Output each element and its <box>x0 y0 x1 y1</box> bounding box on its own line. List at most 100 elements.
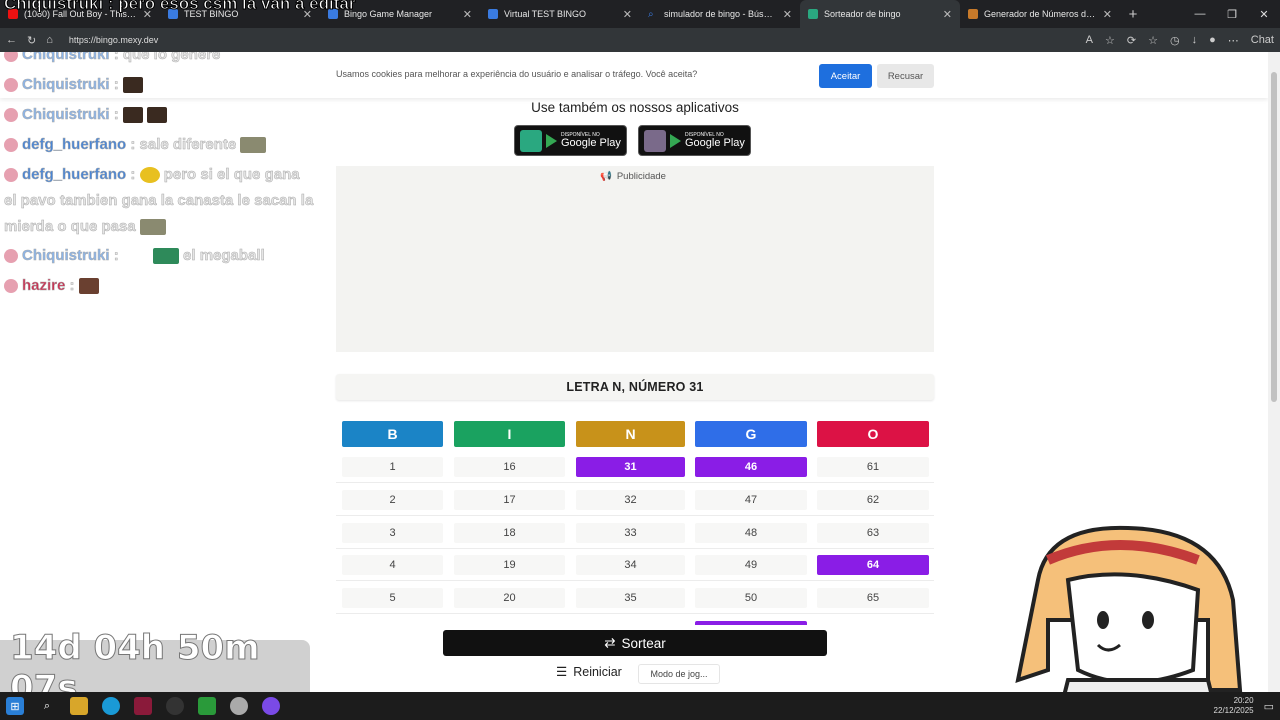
number-cell: 33 <box>576 523 685 543</box>
window-controls: — ❐ ✕ <box>1184 0 1280 28</box>
row-divider <box>336 482 934 483</box>
url-field[interactable]: https://bingo.mexy.dev <box>69 35 158 45</box>
number-cell: 18 <box>454 523 565 543</box>
stream-chat-overlay: Chiquistruki : que lo genere Chiquistruk… <box>0 52 340 352</box>
edge-icon[interactable] <box>102 697 120 715</box>
number-cell: 64 <box>817 555 929 575</box>
translate-icon[interactable]: A <box>1086 34 1093 46</box>
history-icon[interactable]: ◷ <box>1170 34 1180 47</box>
number-cell: 50 <box>695 588 807 608</box>
list-icon: ☰ <box>556 665 568 679</box>
accept-cookies-button[interactable]: Aceitar <box>819 64 872 88</box>
draw-button[interactable]: ⇄ Sortear <box>443 630 827 656</box>
user-badge-icon <box>4 249 18 264</box>
tab-generador[interactable]: Generador de Números de Bingo ✕ <box>960 0 1120 28</box>
notifications-icon[interactable]: ▭ <box>1264 700 1274 713</box>
emote-icon <box>139 167 160 184</box>
chat-message: Chiquistruki : el megaball <box>4 247 265 264</box>
user-badge-icon <box>4 52 18 63</box>
home-icon[interactable]: ⌂ <box>46 34 53 46</box>
google-play-badge-1[interactable]: DISPONÍVEL NO Google Play <box>514 125 627 156</box>
number-cell: 16 <box>454 457 565 477</box>
number-cell: 32 <box>576 490 685 510</box>
scrollbar[interactable] <box>1268 52 1280 692</box>
column-header-g: G <box>695 421 807 447</box>
obs-icon[interactable] <box>166 697 184 715</box>
game-mode-select[interactable]: Modo de jog... <box>638 664 720 684</box>
screen: (1080) Fall Out Boy - This Ain ✕ TEST BIN… <box>0 0 1280 720</box>
user-badge-icon <box>4 168 18 183</box>
google-play-badge-2[interactable]: DISPONÍVEL NO Google Play <box>638 125 751 156</box>
close-tab-icon[interactable]: ✕ <box>943 8 952 21</box>
row-divider <box>336 548 934 549</box>
close-tab-icon[interactable]: ✕ <box>1103 8 1112 21</box>
chat-message: defg_huerfano : sale diferente <box>4 136 267 153</box>
mascot-illustration <box>1015 525 1243 700</box>
emote-icon <box>152 248 179 265</box>
refuse-cookies-button[interactable]: Recusar <box>877 64 934 88</box>
bingo-app-icon <box>520 129 542 152</box>
chat-message: Chiquistruki : <box>4 106 168 124</box>
user-badge-icon <box>4 108 18 123</box>
ad-label: Publicidade <box>616 171 666 182</box>
shuffle-icon: ⇄ <box>604 635 616 650</box>
user-badge-icon <box>4 78 18 93</box>
page-icon <box>808 9 818 19</box>
file-explorer-icon[interactable] <box>70 697 88 715</box>
row-divider <box>336 515 934 516</box>
restart-label: Reiniciar <box>573 664 622 679</box>
restart-button[interactable]: ☰ Reiniciar <box>556 664 622 680</box>
app-icon[interactable] <box>134 697 152 715</box>
number-cell: 31 <box>576 457 685 477</box>
maximize-icon[interactable]: ❐ <box>1216 0 1248 28</box>
app-icon[interactable] <box>262 697 280 715</box>
number-cell: 17 <box>454 490 565 510</box>
emote-icon <box>122 107 143 124</box>
copilot-chat-button[interactable]: Chat <box>1251 34 1274 46</box>
refresh-icon[interactable]: ↻ <box>27 34 36 47</box>
windows-start-icon[interactable]: ⊞ <box>6 697 24 715</box>
minimize-icon[interactable]: — <box>1184 0 1216 28</box>
emote-icon <box>78 278 99 295</box>
close-icon[interactable]: ✕ <box>1248 0 1280 28</box>
chat-message: Chiquistruki : que lo genere <box>4 52 221 63</box>
user-badge-icon <box>4 138 18 153</box>
search-icon: ⌕ <box>648 9 654 20</box>
tab-virtual-bingo[interactable]: Virtual TEST BINGO ✕ <box>480 0 640 28</box>
emote-icon <box>147 107 168 124</box>
new-tab-button[interactable]: + <box>1120 0 1146 28</box>
back-icon[interactable]: ← <box>6 34 17 46</box>
search-icon[interactable]: ⌕ <box>38 697 56 715</box>
play-store-icon <box>670 133 681 148</box>
draw-label: Sortear <box>621 635 666 651</box>
close-tab-icon[interactable]: ✕ <box>463 8 472 21</box>
megaphone-icon: 📢 <box>600 171 612 182</box>
page-icon <box>968 9 978 19</box>
profile-icon[interactable]: ● <box>1209 34 1216 46</box>
tab-search[interactable]: ⌕ simulador de bingo - Búsqueda ✕ <box>640 0 800 28</box>
favorites-icon[interactable]: ☆ <box>1148 34 1158 47</box>
app-icon[interactable] <box>230 697 248 715</box>
tab-sorteador[interactable]: Sorteador de bingo ✕ <box>800 0 960 28</box>
more-icon[interactable]: ⋯ <box>1228 34 1239 47</box>
page-icon <box>488 9 498 19</box>
play-store-icon <box>546 133 557 148</box>
emote-icon <box>139 219 166 236</box>
number-cell: 47 <box>695 490 807 510</box>
countdown-timer: 14d 04h 50m 07s <box>0 628 310 709</box>
app-icon[interactable] <box>198 697 216 715</box>
scrollbar-thumb[interactable] <box>1271 72 1277 402</box>
number-cell: 63 <box>817 523 929 543</box>
favorite-icon[interactable]: ☆ <box>1105 34 1115 47</box>
number-cell: 5 <box>342 588 443 608</box>
toolbar: A ☆ ⟳ ☆ ◷ ↓ ● ⋯ Chat <box>1086 34 1274 47</box>
number-cell: 46 <box>695 457 807 477</box>
number-cell: 20 <box>454 588 565 608</box>
close-tab-icon[interactable]: ✕ <box>783 8 792 21</box>
card-app-icon <box>644 129 666 152</box>
download-icon[interactable]: ↓ <box>1192 34 1198 46</box>
badge-big-text: Google Play <box>561 136 621 149</box>
extensions-icon[interactable]: ⟳ <box>1127 34 1136 47</box>
row-divider <box>336 613 934 614</box>
close-tab-icon[interactable]: ✕ <box>623 8 632 21</box>
